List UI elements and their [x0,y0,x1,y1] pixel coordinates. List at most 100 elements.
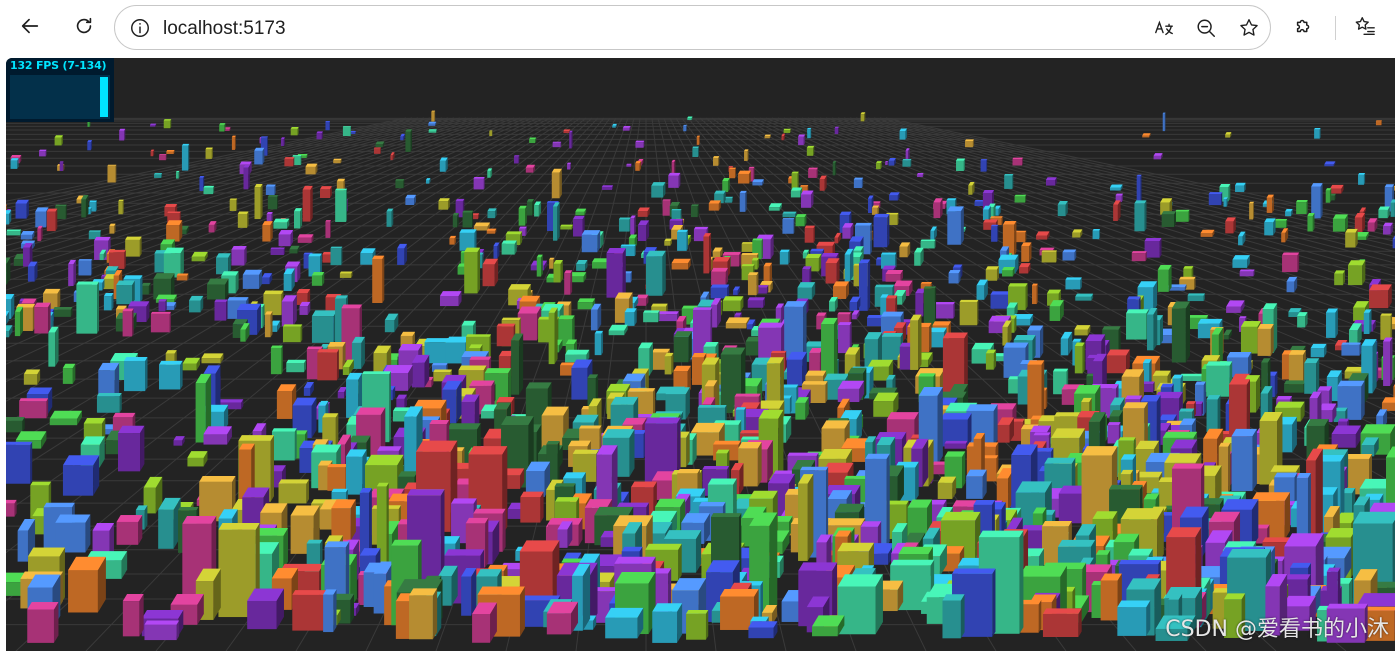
building-top [254,147,265,151]
building-side [434,110,436,122]
building-top [882,265,896,270]
building-side [788,249,790,265]
building-front [325,121,330,131]
building [834,126,839,135]
building-top [166,150,175,152]
building-front [1002,270,1013,277]
building-front [692,148,699,158]
building [438,198,450,210]
building [405,129,413,152]
address-bar[interactable]: localhost:5173 [114,5,1271,50]
building-front [1162,113,1165,132]
building-top [881,252,897,255]
building [1200,229,1215,237]
building-front [764,136,770,139]
building-top [1179,276,1196,280]
building-top [330,246,343,249]
building-top [575,208,587,212]
building-top [108,249,126,253]
building-front [875,163,881,170]
building [270,247,285,255]
building-top [971,342,995,350]
building-top [305,163,318,167]
building-top [116,280,135,286]
building-front [325,221,331,238]
building-side [735,167,736,179]
building-front [1057,204,1066,217]
building-front [696,136,700,145]
building-top [49,410,82,419]
building-side [335,413,339,447]
building-top [78,259,93,261]
building-side [211,147,213,159]
building-front [1106,355,1127,374]
building-front [182,363,197,371]
building-front [493,245,498,259]
building-front [103,296,112,311]
info-icon[interactable] [127,15,153,41]
url-text[interactable]: localhost:5173 [163,18,286,40]
building [342,126,352,137]
zoom-out-icon[interactable] [1193,15,1219,41]
building [626,163,632,167]
star-icon[interactable] [1236,15,1262,41]
building-front [342,126,351,137]
building-front [81,199,86,218]
building-top [816,241,835,246]
building-front [635,142,644,148]
building [375,141,385,148]
building-side [226,299,228,321]
building-top [122,308,134,312]
building-front [834,237,839,244]
reload-button[interactable] [66,10,102,46]
building-top [668,172,681,176]
back-button[interactable] [12,10,48,46]
webgl-viewport[interactable]: 132 FPS (7-134) CSDN @爱看书的小沐 [6,58,1395,651]
building [1223,329,1232,340]
building-front [6,230,21,236]
building-top [428,121,437,124]
building [219,123,226,132]
building-top [823,373,849,380]
building-side [20,306,24,337]
city-scene[interactable] [6,58,1395,651]
building-top [21,298,37,304]
building-top [1282,252,1300,256]
building-front [439,160,446,172]
building-front [207,284,226,300]
building [1012,157,1023,166]
building-top [205,147,213,150]
building [107,164,117,183]
building-front [549,259,554,269]
building [159,360,183,390]
translate-icon[interactable] [1151,15,1177,41]
building [1341,342,1361,356]
building-front [1266,197,1273,213]
building-top [1092,229,1101,231]
building-front [189,300,201,313]
building-side [793,218,795,234]
building [853,177,864,189]
building-top [107,164,117,166]
building [651,182,666,198]
building-front [39,151,46,157]
building-top [1106,349,1130,356]
building-top [468,344,483,349]
building-front [1019,267,1029,274]
building-side [95,200,97,212]
building-top [286,359,306,363]
building-top [455,198,465,202]
building-top [713,156,720,158]
favorites-button[interactable] [1347,10,1383,46]
building [842,223,854,239]
building [1266,194,1274,213]
building-front [34,307,48,334]
building-top [982,190,994,193]
building-front [243,167,249,190]
building [339,271,353,278]
extensions-button[interactable] [1286,10,1322,46]
building-top [1144,238,1162,242]
building-front [1281,232,1286,243]
building-top [724,196,733,199]
building-top [729,167,736,170]
